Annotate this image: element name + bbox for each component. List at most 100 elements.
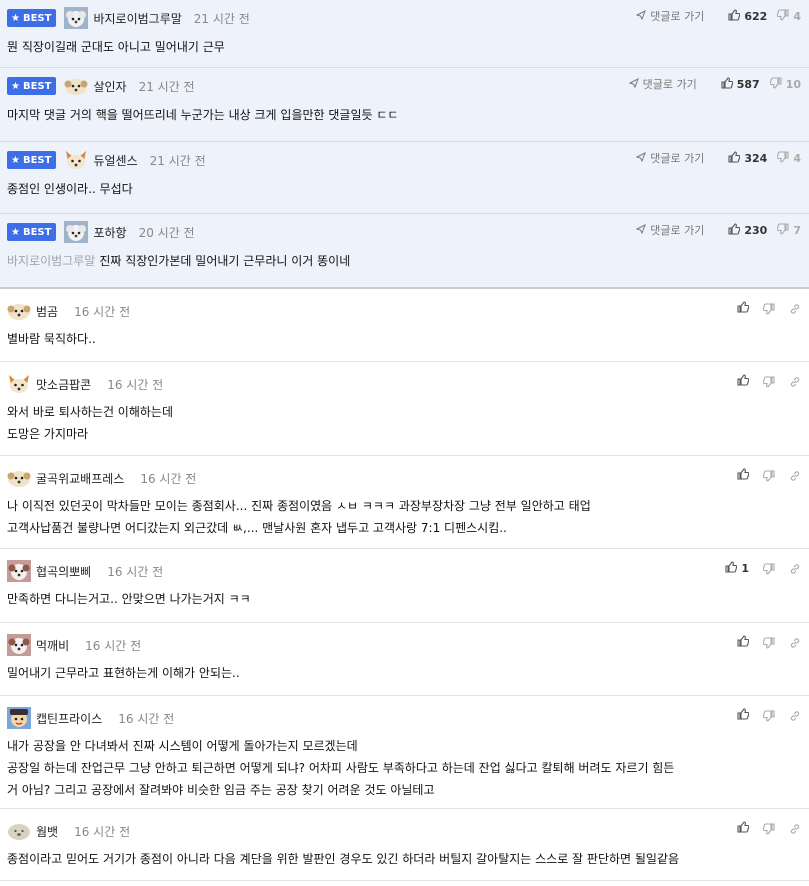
thumbs-down-icon[interactable] (763, 709, 775, 722)
comment-meta: 먹깨비 16 시간 전 (7, 634, 142, 656)
downvote-button[interactable]: 4 (777, 8, 801, 24)
comment-actions: 1 (711, 561, 801, 576)
comment-text: 와서 바로 퇴사하는건 이해하는데 도망은 가지마라 (7, 401, 173, 445)
avatar[interactable] (64, 75, 88, 97)
link-icon[interactable] (789, 470, 801, 482)
best-badge: ★ BEST (7, 223, 57, 241)
nickname[interactable]: 맛소금팝콘 (36, 376, 91, 393)
upvote-button[interactable] (737, 821, 750, 836)
link-icon[interactable] (789, 563, 801, 575)
upvote-count: 587 (736, 77, 760, 91)
comment: 맛소금팝콘 16 시간 전 와서 바로 퇴사하는건 이해하는데 도망은 가지마라 (0, 362, 809, 456)
comment-text: 종점인 인생이라.. 무섭다 (7, 178, 133, 200)
downvote-count: 4 (793, 151, 801, 165)
comment-text: 나 이직전 있던곳이 막차들만 모이는 종점회사... 진짜 종점이였음 ㅅㅂ … (7, 495, 591, 539)
link-icon[interactable] (789, 376, 801, 388)
timestamp: 16 시간 전 (107, 564, 164, 579)
nickname[interactable]: 포하항 (93, 224, 126, 241)
thumbs-down-icon[interactable] (763, 822, 775, 835)
comment-meta: 범곰 16 시간 전 (7, 301, 130, 321)
downvote-count: 4 (793, 9, 801, 23)
goto-comment-link[interactable]: 댓글로 가기 (635, 222, 705, 238)
nickname[interactable]: 캡틴프라이스 (36, 710, 102, 727)
avatar[interactable] (64, 7, 89, 29)
thumbs-down-icon[interactable] (763, 636, 775, 649)
thumbs-up-icon (737, 301, 750, 316)
comment-actions (723, 468, 801, 483)
nickname[interactable]: 웜뱃 (36, 823, 58, 840)
avatar[interactable] (64, 221, 89, 243)
avatar[interactable] (7, 634, 31, 656)
upvote-button[interactable]: 622 (728, 8, 768, 24)
arrow-icon (635, 223, 650, 237)
upvote-button[interactable]: 587 (721, 76, 760, 92)
best-comment: ★ BEST 바지로이범그루말 21 시간 전 댓글로 가기 622 4 뭔 직장이길래 군대… (0, 0, 809, 68)
upvote-button[interactable] (737, 708, 750, 723)
comment-actions: 댓글로 가기 230 7 (635, 222, 801, 238)
best-comment: ★ BEST 포하항 20 시간 전 댓글로 가기 230 7 바지로이범그루말 진짜 직장인가… (0, 214, 809, 289)
goto-comment-label: 댓글로 가기 (650, 224, 705, 237)
comment: 웜뱃 16 시간 전 종점이라고 믿어도 거기가 종점이 아니라 다음 계단을 위한… (0, 809, 809, 881)
comment-list: ★ BEST 바지로이범그루말 21 시간 전 댓글로 가기 622 4 뭔 직장이길래 군대… (0, 0, 809, 881)
avatar[interactable] (64, 149, 88, 171)
comment-text: 만족하면 다니는거고.. 안맞으면 나가는거지 ㅋㅋ (7, 588, 251, 610)
nickname[interactable]: 듀얼센스 (93, 152, 137, 169)
upvote-button[interactable]: 230 (728, 222, 768, 238)
avatar[interactable] (7, 560, 31, 582)
comment-meta: 협곡의뽀삐 16 시간 전 (7, 560, 164, 582)
avatar[interactable] (7, 707, 31, 729)
link-icon[interactable] (789, 710, 801, 722)
timestamp: 16 시간 전 (85, 638, 142, 653)
avatar[interactable] (7, 300, 31, 322)
upvote-button[interactable] (737, 635, 750, 650)
comment-body: 뭔 직장이길래 군대도 아니고 밀어내기 근무 (7, 40, 225, 54)
upvote-count: 622 (744, 9, 768, 23)
upvote-button[interactable]: 1 (725, 561, 749, 576)
comment-body: 마지막 댓글 거의 핵을 떨어뜨리네 누군가는 내상 크게 입을만한 댓글일듯 … (7, 108, 399, 122)
comment-actions (723, 708, 801, 723)
goto-comment-link[interactable]: 댓글로 가기 (628, 76, 697, 92)
comment-line: 도망은 가지마라 (7, 427, 89, 441)
timestamp: 21 시간 전 (149, 153, 206, 168)
link-icon[interactable] (789, 303, 801, 315)
best-badge-label: BEST (22, 12, 52, 24)
reply-target[interactable]: 바지로이범그루말 (7, 254, 95, 268)
goto-comment-link[interactable]: 댓글로 가기 (635, 8, 704, 24)
comment-text: 밀어내기 근무라고 표현하는게 이해가 안되는.. (7, 662, 240, 684)
nickname[interactable]: 먹깨비 (36, 637, 69, 654)
thumbs-down-icon[interactable] (763, 375, 775, 388)
nickname[interactable]: 굴곡위교배프레스 (36, 470, 124, 487)
upvote-button[interactable] (737, 301, 750, 316)
link-icon[interactable] (789, 823, 801, 835)
thumbs-down-icon[interactable] (763, 469, 775, 482)
thumbs-down-icon[interactable] (763, 562, 775, 575)
downvote-button[interactable]: 7 (777, 222, 801, 238)
comment-body: 종점인 인생이라.. 무섭다 (7, 182, 133, 196)
avatar[interactable] (7, 467, 31, 489)
best-comment: ★ BEST 듀얼센스 21 시간 전 댓글로 가기 324 4 종점인 인생이라.. 무섭다 (0, 142, 809, 214)
nickname[interactable]: 살인자 (93, 78, 126, 95)
comment-text: 바지로이범그루말 진짜 직장인가본데 밀어내기 근무라니 이거 똥이네 (7, 250, 350, 272)
comment-actions (723, 301, 801, 316)
avatar[interactable] (7, 373, 31, 395)
link-icon[interactable] (789, 637, 801, 649)
comment-line: 밀어내기 근무라고 표현하는게 이해가 안되는.. (7, 666, 240, 680)
upvote-button[interactable] (737, 374, 750, 389)
thumbs-down-icon (777, 8, 793, 24)
thumbs-down-icon[interactable] (763, 302, 775, 315)
avatar[interactable] (7, 820, 31, 842)
upvote-button[interactable]: 324 (728, 150, 767, 166)
downvote-button[interactable]: 10 (769, 76, 801, 92)
best-badge: ★ BEST (7, 77, 57, 95)
nickname[interactable]: 협곡의뽀삐 (36, 563, 91, 580)
upvote-count: 230 (744, 223, 768, 237)
comment-meta: 웜뱃 16 시간 전 (7, 821, 130, 841)
upvote-button[interactable] (737, 468, 750, 483)
downvote-button[interactable]: 4 (777, 150, 801, 166)
nickname[interactable]: 범곰 (36, 303, 58, 320)
goto-comment-link[interactable]: 댓글로 가기 (635, 150, 704, 166)
comment: 캡틴프라이스 16 시간 전 내가 공장을 안 다녀봐서 진짜 시스템이 어떻게 돌… (0, 696, 809, 809)
comment-line: 고객사납품건 불량나면 어디갔는지 외근갔데 ㅄ,... 맨날사원 혼자 냅두고… (7, 521, 507, 535)
nickname[interactable]: 바지로이범그루말 (93, 10, 181, 27)
star-icon: ★ (11, 154, 20, 166)
